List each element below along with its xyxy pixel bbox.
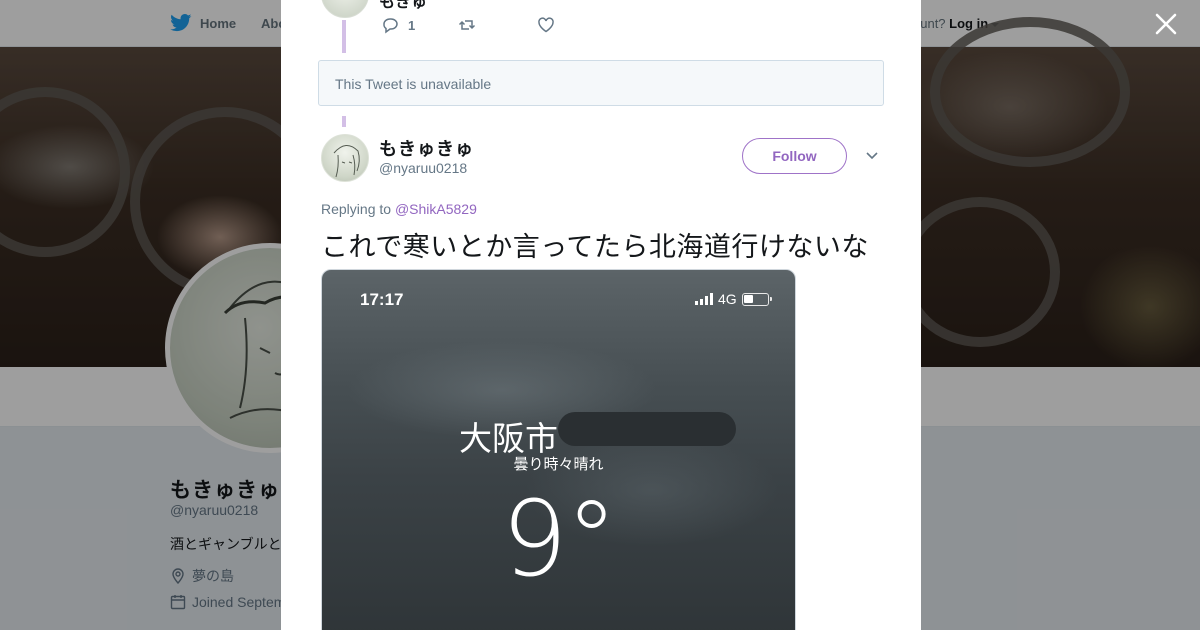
replying-to-mention[interactable]: @ShikA5829 [395, 201, 477, 217]
thread-line [342, 20, 346, 53]
network-type: 4G [718, 291, 737, 307]
author-handle[interactable]: @nyaruu0218 [379, 160, 467, 176]
heart-icon [538, 17, 555, 33]
chevron-down-icon[interactable] [865, 150, 879, 162]
weather-temperature: 9° [501, 478, 617, 600]
replying-prefix: Replying to [321, 201, 392, 217]
retweet-icon [459, 20, 476, 30]
like-button[interactable] [537, 16, 555, 34]
retweet-button[interactable] [458, 16, 476, 34]
tweet-media-image[interactable]: 17:17 4G 大阪市 曇り時々晴れ 9° [321, 269, 796, 630]
close-icon[interactable] [1153, 11, 1179, 37]
phone-status-bar: 4G [695, 291, 772, 307]
follow-button[interactable]: Follow [742, 138, 847, 174]
tweet-text: これで寒いとか言ってたら北海道行けないな [321, 232, 869, 262]
unavailable-tweet-notice: This Tweet is unavailable [318, 60, 884, 106]
previous-tweet-name[interactable]: もきゅ [379, 0, 427, 12]
reply-icon [383, 18, 398, 34]
author-name[interactable]: もきゅきゅ [379, 135, 474, 161]
author-avatar[interactable] [321, 134, 369, 182]
battery-icon [741, 292, 772, 306]
previous-tweet-actions: 1 [381, 16, 555, 34]
reply-count: 1 [408, 17, 416, 33]
thread-line [342, 116, 346, 127]
phone-status-time: 17:17 [360, 290, 404, 309]
reply-button[interactable]: 1 [381, 16, 415, 34]
weather-condition: 曇り時々晴れ [513, 456, 604, 473]
sketch-portrait [333, 145, 360, 178]
redaction-bar [558, 412, 736, 446]
replying-to: Replying to @ShikA5829 [321, 201, 477, 217]
previous-tweet-avatar[interactable] [321, 0, 369, 18]
signal-icon [695, 293, 713, 305]
tweet-modal: もきゅ 1 This Tweet is unavailable もきゅきゅ @n… [281, 0, 921, 630]
